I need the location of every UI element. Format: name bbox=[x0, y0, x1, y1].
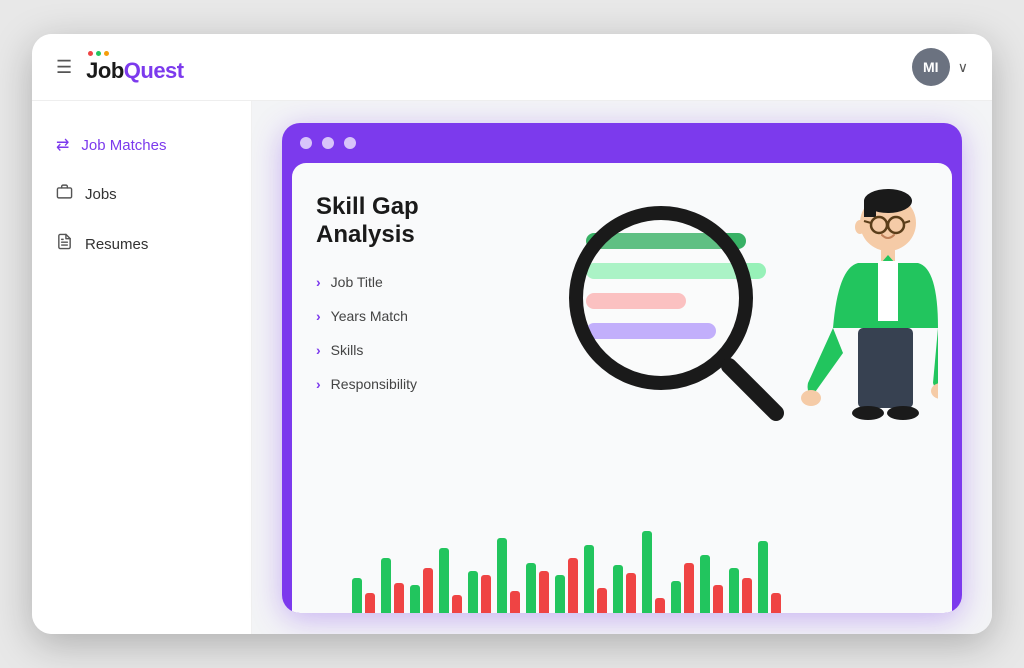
bars-section bbox=[292, 523, 952, 613]
logo-container: JobQuest bbox=[86, 51, 183, 84]
bar-green bbox=[439, 548, 449, 613]
bar-green bbox=[468, 571, 478, 613]
resumes-icon bbox=[56, 233, 73, 255]
bar-green bbox=[758, 541, 768, 613]
person-svg bbox=[778, 183, 938, 493]
bar-red bbox=[510, 591, 520, 613]
logo-job: Job bbox=[86, 58, 124, 83]
chevron-right-icon: › bbox=[316, 342, 321, 358]
body: ⇄ Job Matches Jobs bbox=[32, 101, 992, 634]
bar-group bbox=[352, 578, 375, 613]
chevron-down-icon[interactable]: ∨ bbox=[958, 59, 968, 76]
bar-red bbox=[423, 568, 433, 613]
app-container: ☰ JobQuest MI ∨ bbox=[32, 34, 992, 634]
bar-red bbox=[394, 583, 404, 613]
bar-red bbox=[771, 593, 781, 613]
bar-red bbox=[684, 563, 694, 613]
browser-card: Skill Gap Analysis › Job Title › bbox=[282, 123, 962, 613]
browser-dot-1 bbox=[300, 137, 312, 149]
bar-group bbox=[439, 548, 462, 613]
bar-red bbox=[481, 575, 491, 613]
skill-gap-item-label: Job Title bbox=[331, 274, 383, 290]
skill-gap-item-label: Responsibility bbox=[331, 376, 417, 392]
bar-group bbox=[584, 545, 607, 613]
bar-green bbox=[381, 558, 391, 613]
list-item: › Responsibility bbox=[316, 376, 556, 392]
bar-red bbox=[713, 585, 723, 613]
bar-group bbox=[729, 568, 752, 613]
bar-green bbox=[671, 581, 681, 613]
skill-gap-list: › Job Title › Years Match › Skills bbox=[316, 274, 556, 392]
list-item: › Skills bbox=[316, 342, 556, 358]
bar-group bbox=[758, 541, 781, 613]
logo-dot-yellow bbox=[104, 51, 109, 56]
bar-red bbox=[742, 578, 752, 613]
jobs-icon bbox=[56, 183, 73, 205]
sidebar-item-job-matches[interactable]: ⇄ Job Matches bbox=[32, 121, 251, 169]
browser-titlebar bbox=[282, 123, 962, 163]
sidebar-item-label-job-matches: Job Matches bbox=[81, 137, 166, 154]
skill-gap-item-label: Skills bbox=[331, 342, 364, 358]
sidebar-item-jobs[interactable]: Jobs bbox=[32, 169, 251, 219]
bar-group bbox=[671, 563, 694, 613]
main-content: Skill Gap Analysis › Job Title › bbox=[252, 101, 992, 634]
bar-green bbox=[700, 555, 710, 613]
sidebar-item-label-resumes: Resumes bbox=[85, 236, 148, 253]
bar-red bbox=[597, 588, 607, 613]
header-left: ☰ JobQuest bbox=[56, 51, 184, 84]
bar-group bbox=[555, 558, 578, 613]
sidebar-item-label-jobs: Jobs bbox=[85, 186, 117, 203]
skill-gap-title: Skill Gap Analysis bbox=[316, 193, 556, 251]
bar-red bbox=[452, 595, 462, 613]
person-illustration bbox=[778, 183, 938, 498]
bar-group bbox=[468, 571, 491, 613]
bar-green bbox=[410, 585, 420, 613]
logo-dot-green bbox=[96, 51, 101, 56]
bar-group bbox=[613, 565, 636, 613]
magnifier-container bbox=[566, 203, 786, 428]
bar-green bbox=[613, 565, 623, 613]
browser-body: Skill Gap Analysis › Job Title › bbox=[292, 163, 952, 613]
bar-group bbox=[410, 568, 433, 613]
bar-red bbox=[539, 571, 549, 613]
list-item: › Job Title bbox=[316, 274, 556, 290]
bar-group bbox=[700, 555, 723, 613]
bar-green bbox=[526, 563, 536, 613]
bar-green bbox=[642, 531, 652, 613]
logo-dot-red bbox=[88, 51, 93, 56]
header-right: MI ∨ bbox=[912, 48, 968, 86]
skill-gap-item-label: Years Match bbox=[331, 308, 408, 324]
bar-green bbox=[729, 568, 739, 613]
browser-dot-2 bbox=[322, 137, 334, 149]
browser-dot-3 bbox=[344, 137, 356, 149]
bar-red bbox=[365, 593, 375, 613]
bar-green bbox=[584, 545, 594, 613]
sidebar: ⇄ Job Matches Jobs bbox=[32, 101, 252, 634]
job-matches-icon: ⇄ bbox=[56, 135, 69, 155]
chevron-right-icon: › bbox=[316, 308, 321, 324]
hamburger-icon[interactable]: ☰ bbox=[56, 57, 72, 78]
bar-green bbox=[555, 575, 565, 613]
bar-red bbox=[655, 598, 665, 613]
logo-quest: Quest bbox=[124, 58, 184, 83]
bar-green bbox=[497, 538, 507, 613]
avatar[interactable]: MI bbox=[912, 48, 950, 86]
sidebar-item-resumes[interactable]: Resumes bbox=[32, 219, 251, 269]
chevron-right-icon: › bbox=[316, 376, 321, 392]
bar-red bbox=[568, 558, 578, 613]
chevron-right-icon: › bbox=[316, 274, 321, 290]
bar-group bbox=[642, 531, 665, 613]
magnifier-svg bbox=[566, 203, 786, 423]
bar-red bbox=[626, 573, 636, 613]
header: ☰ JobQuest MI ∨ bbox=[32, 34, 992, 101]
bar-green bbox=[352, 578, 362, 613]
logo-text: JobQuest bbox=[86, 58, 183, 84]
bar-group bbox=[526, 563, 549, 613]
list-item: › Years Match bbox=[316, 308, 556, 324]
bar-group bbox=[497, 538, 520, 613]
bar-group bbox=[381, 558, 404, 613]
